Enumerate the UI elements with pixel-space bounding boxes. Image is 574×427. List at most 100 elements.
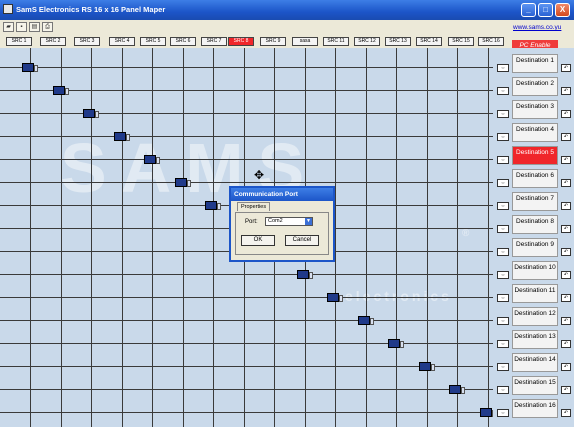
- destination-button[interactable]: Destination 14: [512, 353, 558, 372]
- connect-icon[interactable]: ⇔: [497, 248, 509, 256]
- connect-icon[interactable]: ⇔: [497, 133, 509, 141]
- source-button[interactable]: SRC 5: [140, 37, 166, 46]
- undo-icon[interactable]: ↶: [561, 179, 571, 187]
- connect-icon[interactable]: ⇔: [497, 409, 509, 417]
- destination-button[interactable]: Destination 13: [512, 330, 558, 349]
- undo-icon[interactable]: ↶: [561, 225, 571, 233]
- source-button[interactable]: SRC 13: [385, 37, 411, 46]
- source-button[interactable]: SRC 12: [354, 37, 380, 46]
- destination-button[interactable]: Destination 16: [512, 399, 558, 418]
- connect-icon[interactable]: ⇔: [497, 294, 509, 302]
- connect-icon[interactable]: ⇔: [497, 110, 509, 118]
- title-bar: SamS Electronics RS 16 x 16 Panel Maper …: [0, 0, 574, 20]
- undo-icon[interactable]: ↶: [561, 317, 571, 325]
- routing-node-icon[interactable]: [296, 270, 313, 279]
- destination-button[interactable]: Destination 12: [512, 307, 558, 326]
- undo-icon[interactable]: ↶: [561, 271, 571, 279]
- routing-node-icon[interactable]: [174, 178, 191, 187]
- close-button[interactable]: X: [555, 3, 570, 17]
- connect-icon[interactable]: ⇔: [497, 64, 509, 72]
- undo-icon[interactable]: ↶: [561, 133, 571, 141]
- destination-button[interactable]: Destination 3: [512, 100, 558, 119]
- source-button[interactable]: SRC 15: [448, 37, 474, 46]
- connect-icon[interactable]: ⇔: [497, 271, 509, 279]
- routing-node-icon[interactable]: [205, 201, 221, 210]
- undo-icon[interactable]: ↶: [561, 64, 571, 72]
- source-button[interactable]: SRC 1: [6, 37, 32, 46]
- tab-properties[interactable]: Properties: [237, 202, 271, 211]
- connect-icon[interactable]: ⇔: [497, 340, 509, 348]
- print-icon[interactable]: ⎙: [42, 22, 53, 32]
- connect-icon[interactable]: ⇔: [497, 156, 509, 164]
- connect-icon[interactable]: ⇔: [497, 386, 509, 394]
- source-button[interactable]: sasa: [292, 37, 318, 46]
- source-button[interactable]: SRC 16: [478, 37, 504, 46]
- source-button[interactable]: SRC 3: [74, 37, 100, 46]
- undo-icon[interactable]: ↶: [561, 409, 571, 417]
- source-button[interactable]: SRC 2: [40, 37, 66, 46]
- source-button[interactable]: SRC 11: [323, 37, 349, 46]
- undo-icon[interactable]: ↶: [561, 110, 571, 118]
- undo-icon[interactable]: ↶: [561, 87, 571, 95]
- grid-row-line: [0, 136, 493, 137]
- destination-button[interactable]: Destination 8: [512, 215, 558, 234]
- source-button[interactable]: SRC 9: [260, 37, 286, 46]
- routing-node-icon[interactable]: [83, 109, 99, 118]
- grid-row-line: [0, 412, 493, 413]
- connect-icon[interactable]: ⇔: [497, 179, 509, 187]
- destination-button[interactable]: Destination 4: [512, 123, 558, 142]
- routing-node-icon[interactable]: [22, 63, 38, 72]
- destination-button[interactable]: Destination 9: [512, 238, 558, 257]
- grid-column-line: [457, 48, 458, 427]
- source-button[interactable]: SRC 14: [416, 37, 442, 46]
- port-select[interactable]: Com2 ▼: [265, 217, 313, 226]
- destination-button[interactable]: Destination 11: [512, 284, 558, 303]
- routing-node-icon[interactable]: [388, 339, 404, 348]
- app-icon: [3, 4, 13, 14]
- open-icon[interactable]: ▰: [3, 22, 14, 32]
- node-connector: [186, 180, 191, 187]
- destination-button[interactable]: Destination 1: [512, 54, 558, 73]
- routing-node-icon[interactable]: [327, 293, 343, 302]
- minimize-button[interactable]: _: [521, 3, 536, 17]
- connect-icon[interactable]: ⇔: [497, 225, 509, 233]
- source-button[interactable]: SRC 6: [170, 37, 196, 46]
- source-button[interactable]: SRC 8: [228, 37, 254, 46]
- undo-icon[interactable]: ↶: [561, 202, 571, 210]
- ok-button[interactable]: OK: [241, 235, 275, 246]
- destination-button[interactable]: Destination 10: [512, 261, 558, 280]
- chevron-down-icon[interactable]: ▼: [305, 218, 312, 225]
- destination-button[interactable]: Destination 7: [512, 192, 558, 211]
- save-icon[interactable]: ▪: [16, 22, 27, 32]
- grid-column-line: [487, 48, 489, 427]
- routing-node-icon[interactable]: [479, 408, 493, 417]
- undo-icon[interactable]: ↶: [561, 386, 571, 394]
- destination-button[interactable]: Destination 2: [512, 77, 558, 96]
- routing-node-icon[interactable]: [449, 385, 465, 394]
- connect-icon[interactable]: ⇔: [497, 317, 509, 325]
- undo-icon[interactable]: ↶: [561, 294, 571, 302]
- destination-button[interactable]: Destination 5: [512, 146, 558, 165]
- source-button[interactable]: SRC 7: [201, 37, 227, 46]
- connect-icon[interactable]: ⇔: [497, 363, 509, 371]
- cancel-button[interactable]: Cancel: [285, 235, 319, 246]
- undo-icon[interactable]: ↶: [561, 340, 571, 348]
- routing-node-icon[interactable]: [357, 316, 374, 325]
- undo-icon[interactable]: ↶: [561, 156, 571, 164]
- maximize-button[interactable]: □: [538, 3, 553, 17]
- undo-icon[interactable]: ↶: [561, 248, 571, 256]
- routing-node-icon[interactable]: [52, 86, 69, 95]
- connect-icon[interactable]: ⇔: [497, 87, 509, 95]
- properties-icon[interactable]: ▤: [29, 22, 40, 32]
- connect-icon[interactable]: ⇔: [497, 202, 509, 210]
- undo-icon[interactable]: ↶: [561, 363, 571, 371]
- source-button[interactable]: SRC 4: [109, 37, 135, 46]
- routing-node-icon[interactable]: [418, 362, 435, 371]
- routing-node-icon[interactable]: [113, 132, 130, 141]
- node-connector: [95, 111, 99, 118]
- destination-button[interactable]: Destination 6: [512, 169, 558, 188]
- website-link[interactable]: www.sams.co.yu: [513, 24, 561, 31]
- routing-node-icon[interactable]: [144, 155, 160, 164]
- destination-button[interactable]: Destination 15: [512, 376, 558, 395]
- grid-column-line: [335, 48, 336, 427]
